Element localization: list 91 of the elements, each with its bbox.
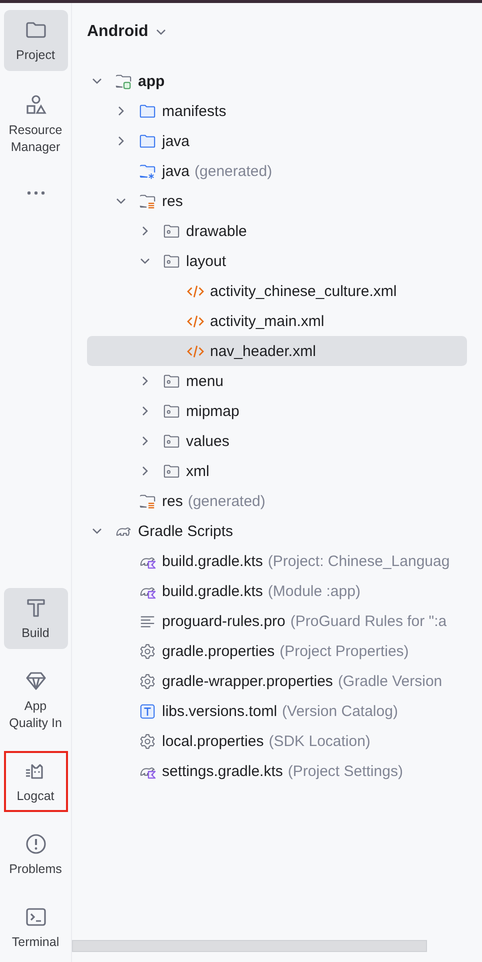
item-label: gradle-wrapper.properties	[162, 672, 333, 690]
item-note: (Module :app)	[268, 582, 360, 600]
tree-item[interactable]: activity_main.xml	[87, 306, 482, 336]
tool-window-button[interactable]: Problems	[4, 824, 68, 885]
folder-icon	[139, 132, 156, 150]
item-label: layout	[186, 252, 226, 270]
terminal-icon	[24, 905, 48, 929]
item-label: activity_main.xml	[210, 312, 324, 330]
resource-folder-icon	[139, 192, 156, 210]
tree-item[interactable]: values	[87, 426, 482, 456]
folder-icon	[163, 222, 180, 240]
folder-icon	[163, 432, 180, 450]
tree-item[interactable]: drawable	[87, 216, 482, 246]
tree-item[interactable]: activity_chinese_culture.xml	[87, 276, 482, 306]
item-label: res	[162, 192, 183, 210]
tree-item[interactable]: build.gradle.kts (Project: Chinese_Languag	[87, 546, 482, 576]
letter-t-icon	[139, 702, 156, 720]
more-icon	[26, 190, 46, 196]
item-note: (Project: Chinese_Languag	[268, 552, 450, 570]
item-label: Gradle Scripts	[138, 522, 234, 540]
tree-item[interactable]: settings.gradle.kts (Project Settings)	[87, 756, 482, 786]
tool-window-button[interactable]: Resource Manager	[4, 85, 68, 163]
item-note: (generated)	[188, 492, 266, 510]
tree-item[interactable]: app	[87, 66, 482, 96]
item-note: (Project Properties)	[280, 642, 409, 660]
tree-item[interactable]: java	[87, 126, 482, 156]
settings-icon	[139, 642, 156, 660]
tool-window-button[interactable]: App Quality In	[4, 661, 68, 739]
code-icon	[187, 342, 204, 360]
tree-item[interactable]: res (generated)	[87, 486, 482, 516]
folder-icon	[163, 462, 180, 480]
item-label: drawable	[186, 222, 247, 240]
tree-item[interactable]: layout	[87, 246, 482, 276]
tool-window-button[interactable]: Logcat	[4, 751, 68, 812]
tree-item[interactable]: local.properties (SDK Location)	[87, 726, 482, 756]
item-note: (Version Catalog)	[282, 702, 398, 720]
tree-item[interactable]: xml	[87, 456, 482, 486]
item-label: nav_header.xml	[210, 342, 316, 360]
item-label: settings.gradle.kts	[162, 762, 283, 780]
tree-item[interactable]: mipmap	[87, 396, 482, 426]
item-label: app	[138, 72, 165, 90]
settings-icon	[139, 672, 156, 690]
folder-icon	[163, 402, 180, 420]
tree-item[interactable]: nav_header.xml	[87, 336, 467, 366]
code-icon	[187, 312, 204, 330]
folder-icon	[163, 372, 180, 390]
item-label: activity_chinese_culture.xml	[210, 282, 397, 300]
tree-item[interactable]: res	[87, 186, 482, 216]
tool-window-button[interactable]: Terminal	[4, 897, 68, 958]
item-label: java	[162, 162, 190, 180]
item-label: java	[162, 132, 190, 150]
item-note: (Project Settings)	[288, 762, 403, 780]
scrollbar[interactable]	[72, 940, 427, 952]
tree-item[interactable]: gradle-wrapper.properties (Gradle Version	[87, 666, 482, 696]
tree-item[interactable]: menu	[87, 366, 482, 396]
item-label: values	[186, 432, 230, 450]
module-folder-icon	[115, 72, 132, 90]
item-label: gradle.properties	[162, 642, 275, 660]
item-label: menu	[186, 372, 224, 390]
tool-window-button[interactable]: Project	[4, 10, 68, 71]
item-note: (generated)	[194, 162, 272, 180]
item-label: mipmap	[186, 402, 240, 420]
tree-item[interactable]: proguard-rules.pro (ProGuard Rules for ":a	[87, 606, 482, 636]
folder-icon	[139, 102, 156, 120]
resource-folder-icon	[139, 492, 156, 510]
tree-item[interactable]: manifests	[87, 96, 482, 126]
item-label: res	[162, 492, 183, 510]
shapes-icon	[24, 93, 48, 117]
item-label: manifests	[162, 102, 226, 120]
item-label: libs.versions.toml	[162, 702, 278, 720]
item-label: proguard-rules.pro	[162, 612, 286, 630]
item-label: build.gradle.kts	[162, 582, 263, 600]
settings-icon	[139, 732, 156, 750]
tree-item[interactable]: java (generated)	[87, 156, 482, 186]
tree-item[interactable]: Gradle Scripts	[87, 516, 482, 546]
item-label: local.properties	[162, 732, 264, 750]
view-selector[interactable]: Android	[87, 23, 168, 41]
item-note: (SDK Location)	[268, 732, 370, 750]
folder-icon	[163, 252, 180, 270]
gem-icon	[24, 669, 48, 693]
code-icon	[187, 282, 204, 300]
tree-item[interactable]: libs.versions.toml (Version Catalog)	[87, 696, 482, 726]
item-note: (Gradle Version	[338, 672, 442, 690]
item-label: build.gradle.kts	[162, 552, 263, 570]
tree-item[interactable]: build.gradle.kts (Module :app)	[87, 576, 482, 606]
alert-icon	[24, 832, 48, 856]
tree-item[interactable]: gradle.properties (Project Properties)	[87, 636, 482, 666]
item-note: (ProGuard Rules for ":a	[290, 612, 447, 630]
tool-window-button[interactable]: Build	[4, 588, 68, 649]
item-label: xml	[186, 462, 210, 480]
generated-folder-icon	[139, 162, 156, 180]
